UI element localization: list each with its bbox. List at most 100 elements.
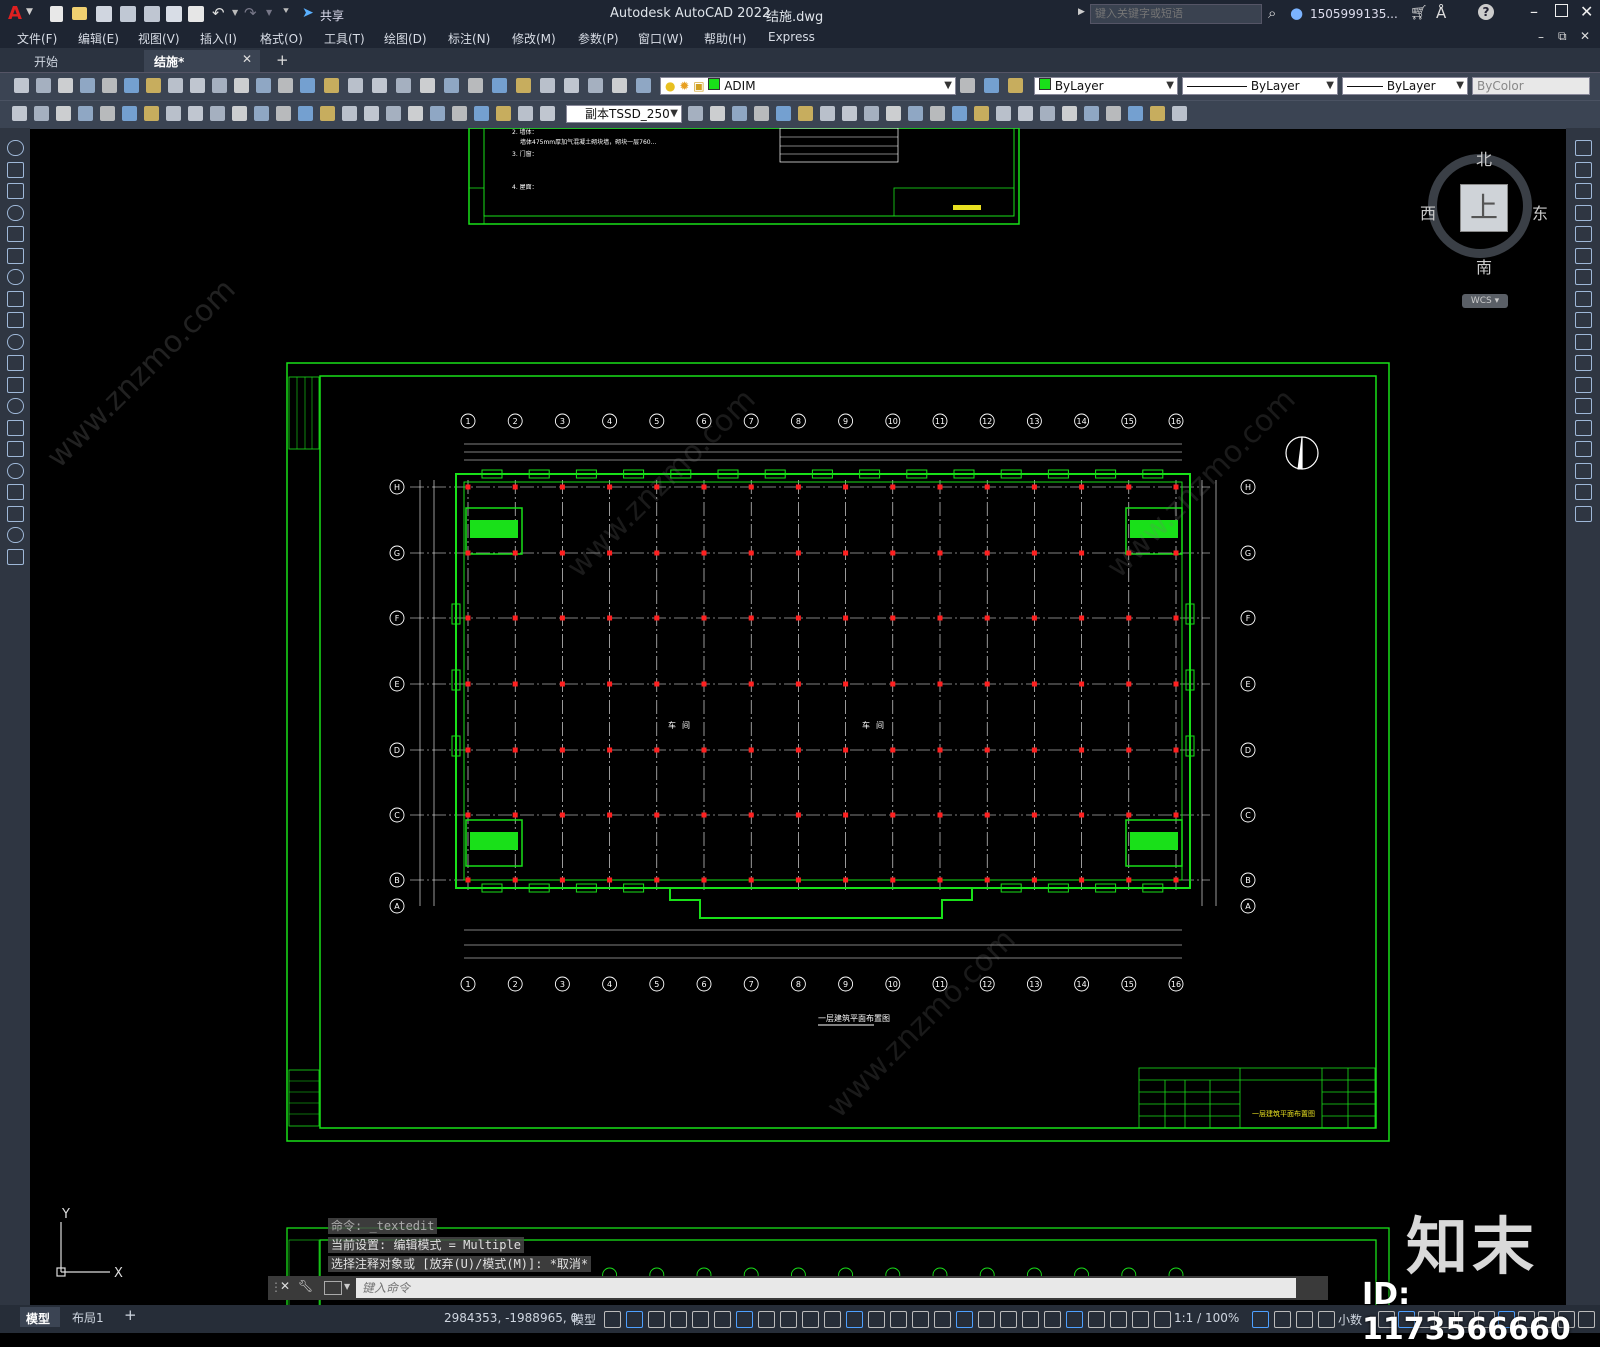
standard-tool-icon-30[interactable] <box>984 78 999 93</box>
search-expand-icon[interactable]: ▶ <box>1078 7 1085 17</box>
dimension-tool-icon-34[interactable] <box>864 106 879 121</box>
linetype-dropdown[interactable]: ByLayer ▼ <box>1182 77 1338 95</box>
viewcube[interactable]: 上 北 南 东 西 <box>1420 150 1548 277</box>
dimension-tool-icon-8[interactable] <box>166 106 181 121</box>
modify-tool-icon-13[interactable] <box>1575 398 1592 414</box>
status-toggle-icon-11[interactable] <box>824 1311 841 1328</box>
status-toggle-icon-14[interactable] <box>890 1311 907 1328</box>
compass-west[interactable]: 西 <box>1420 200 1436 224</box>
standard-tool-icon-1[interactable] <box>14 78 29 93</box>
dimension-tool-icon-37[interactable] <box>930 106 945 121</box>
status-toggle-icon-2[interactable] <box>626 1311 643 1328</box>
tab-start[interactable]: 开始 <box>4 50 142 70</box>
dimension-tool-icon-11[interactable] <box>232 106 247 121</box>
status-toggle-icon-6[interactable] <box>714 1311 731 1328</box>
modify-tool-icon-1[interactable] <box>1575 140 1592 156</box>
status-toggle-icon-21[interactable] <box>1044 1311 1061 1328</box>
draw-tool-icon-6[interactable] <box>7 247 24 264</box>
dimension-tool-icon-38[interactable] <box>952 106 967 121</box>
new-tab-icon[interactable]: + <box>276 51 289 69</box>
modify-tool-icon-5[interactable] <box>1575 226 1592 242</box>
cart-icon[interactable]: 🛒︎ <box>1410 5 1428 21</box>
menu-view[interactable]: 视图(V) <box>138 30 180 47</box>
open-file-icon[interactable] <box>72 7 87 20</box>
modify-tool-icon-9[interactable] <box>1575 312 1592 328</box>
user-icon[interactable]: ● <box>1290 4 1303 22</box>
lineweight-dropdown[interactable]: ByLayer ▼ <box>1342 77 1468 95</box>
dimension-tool-icon-28[interactable] <box>732 106 747 121</box>
redo-icon[interactable]: ↷ <box>244 4 257 22</box>
standard-tool-icon-11[interactable] <box>234 78 249 93</box>
standard-tool-icon-23[interactable] <box>516 78 531 93</box>
maximize-button[interactable] <box>1555 4 1568 17</box>
draw-tool-icon-10[interactable] <box>7 333 24 350</box>
draw-tool-icon-16[interactable] <box>7 462 24 479</box>
menu-express[interactable]: Express <box>768 30 815 44</box>
standard-tool-icon-31[interactable] <box>1008 78 1023 93</box>
status-toggle-icon-10[interactable] <box>802 1311 819 1328</box>
command-input[interactable] <box>356 1278 1296 1298</box>
draw-tool-icon-2[interactable] <box>7 161 24 178</box>
doc-close-button[interactable]: ✕ <box>1580 29 1590 43</box>
modify-tool-icon-12[interactable] <box>1575 376 1592 393</box>
dimension-tool-icon-3[interactable] <box>56 106 71 121</box>
plot-preview-icon[interactable] <box>166 6 182 22</box>
layer-dropdown[interactable]: ● ✹ ▣ ADIM ▼ <box>660 77 956 95</box>
draw-tool-icon-8[interactable] <box>7 290 24 307</box>
dimension-tool-icon-25[interactable] <box>540 106 555 121</box>
dimension-tool-icon-5[interactable] <box>100 106 115 121</box>
modify-tool-icon-11[interactable] <box>1575 355 1592 371</box>
status-toggle-icon-27[interactable] <box>1252 1311 1269 1328</box>
doc-restore-button[interactable]: ⧉ <box>1558 29 1567 44</box>
standard-tool-icon-26[interactable] <box>588 78 603 93</box>
dimension-tool-icon-23[interactable] <box>496 106 511 121</box>
draw-tool-icon-20[interactable] <box>7 548 24 565</box>
app-logo[interactable]: A <box>8 3 22 24</box>
standard-tool-icon-20[interactable] <box>444 78 459 93</box>
modify-tool-icon-17[interactable] <box>1575 484 1592 500</box>
search-input[interactable] <box>1090 4 1262 24</box>
command-prompt-icon[interactable] <box>324 1281 342 1295</box>
coordinates-readout[interactable]: 2984353, -1988965, 0 <box>444 1311 578 1325</box>
draw-tool-icon-5[interactable] <box>7 226 24 242</box>
dimension-tool-icon-39[interactable] <box>974 106 989 121</box>
close-tab-icon[interactable]: ✕ <box>242 52 252 66</box>
standard-tool-icon-27[interactable] <box>612 78 627 93</box>
standard-tool-icon-21[interactable] <box>468 78 483 93</box>
draw-tool-icon-15[interactable] <box>7 441 24 457</box>
dimension-tool-icon-36[interactable] <box>908 106 923 121</box>
standard-tool-icon-6[interactable] <box>124 78 139 93</box>
standard-tool-icon-13[interactable] <box>278 78 293 93</box>
draw-tool-icon-3[interactable] <box>7 183 24 199</box>
dimension-tool-icon-13[interactable] <box>276 106 291 121</box>
dimension-tool-icon-12[interactable] <box>254 106 269 121</box>
close-window-button[interactable]: ✕ <box>1580 2 1593 21</box>
dimension-tool-icon-15[interactable] <box>320 106 335 121</box>
modify-tool-icon-3[interactable] <box>1575 183 1592 199</box>
status-toggle-icon-26[interactable] <box>1154 1311 1171 1328</box>
draw-tool-icon-13[interactable] <box>7 398 24 414</box>
draw-tool-icon-14[interactable] <box>7 419 24 436</box>
dimension-tool-icon-41[interactable] <box>1018 106 1033 121</box>
dimension-tool-icon-1[interactable] <box>12 106 27 121</box>
tab-layout1[interactable]: 布局1 <box>72 1309 104 1326</box>
dimension-tool-icon-40[interactable] <box>996 106 1011 121</box>
menu-format[interactable]: 格式(O) <box>260 30 303 47</box>
units-readout[interactable]: 小数 <box>1338 1311 1362 1328</box>
status-toggle-icon-24[interactable] <box>1110 1311 1127 1328</box>
share-button[interactable]: 共享 <box>320 7 344 24</box>
dimension-tool-icon-42[interactable] <box>1040 106 1055 121</box>
command-dropdown-icon[interactable]: ▼ <box>344 1282 350 1291</box>
status-toggle-icon-22[interactable] <box>1066 1311 1083 1328</box>
status-toggle-icon-30[interactable] <box>1318 1311 1335 1328</box>
modify-tool-icon-16[interactable] <box>1575 462 1592 479</box>
undo-icon[interactable]: ↶ <box>212 4 225 22</box>
standard-tool-icon-28[interactable] <box>636 78 651 93</box>
status-toggle-icon-19[interactable] <box>1000 1311 1017 1328</box>
dimension-tool-icon-2[interactable] <box>34 106 49 121</box>
color-dropdown[interactable]: ByLayer ▼ <box>1034 77 1178 95</box>
status-toggle-icon-25[interactable] <box>1132 1311 1149 1328</box>
status-toggle-icon-13[interactable] <box>868 1311 885 1328</box>
standard-tool-icon-14[interactable] <box>300 78 315 93</box>
dimension-tool-icon-22[interactable] <box>474 106 489 121</box>
